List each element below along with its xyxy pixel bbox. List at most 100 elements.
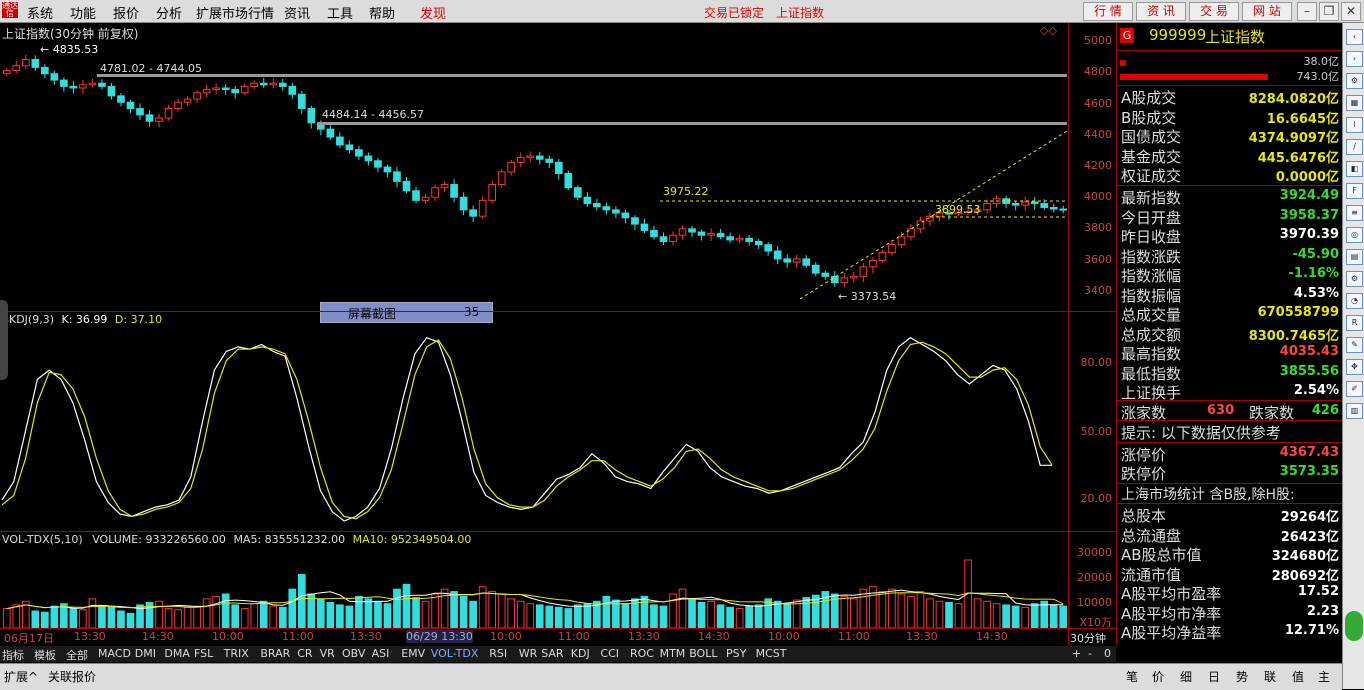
main-button[interactable]: 主	[1318, 668, 1330, 685]
indicator-tab[interactable]: DMI	[135, 647, 156, 660]
arrow-left-icon[interactable]: ‹	[1346, 29, 1363, 45]
volume-bar	[583, 603, 592, 629]
volume-value: VOLUME: 933226560.00	[92, 533, 226, 546]
zoom-in-button[interactable]: +	[1072, 647, 1081, 660]
indicator-tab[interactable]: 指标	[2, 647, 24, 663]
menu-analysis[interactable]: 分析	[156, 3, 182, 22]
menu-news[interactable]: 资讯	[284, 3, 310, 22]
menu-system[interactable]: 系统	[27, 3, 53, 22]
indicator-tab[interactable]: 全部	[66, 647, 88, 663]
indicator-tab[interactable]: FSL	[194, 647, 213, 660]
market-button[interactable]: 行 情	[1083, 2, 1133, 21]
main-chart-title: 上证指数(30分钟 前复权)	[2, 27, 139, 41]
trend-button[interactable]: 势	[1236, 668, 1248, 685]
indicator-tab[interactable]: SAR	[541, 647, 563, 660]
indicator-tab[interactable]: MACD	[98, 647, 131, 660]
indicator-tab[interactable]: CCI	[600, 647, 619, 660]
candle-body	[516, 157, 525, 163]
ticks-button[interactable]: 笔	[1126, 668, 1138, 685]
reset-button[interactable]: 0	[1104, 647, 1111, 660]
rsi-icon[interactable]: R	[1346, 315, 1363, 331]
candle-body	[754, 241, 763, 246]
indicator-tab[interactable]: BOLL	[689, 647, 717, 660]
info-label: 权证成交	[1121, 167, 1182, 185]
indicator-tab[interactable]: MTM	[660, 647, 686, 660]
expand-button[interactable]: 扩展^	[4, 668, 38, 685]
indicator-tab[interactable]: 模板	[34, 647, 56, 663]
value-button[interactable]: 值	[1292, 668, 1304, 685]
minimize-icon[interactable]: –	[1297, 2, 1317, 21]
bar-top-value: 38.0亿	[1303, 55, 1340, 68]
price-button[interactable]: 价	[1152, 668, 1164, 685]
pen-icon[interactable]: ✎	[1346, 337, 1363, 353]
zoom-out-button[interactable]: -	[1088, 647, 1092, 660]
candle-body	[431, 187, 439, 198]
indicator-tab[interactable]: OBV	[342, 647, 365, 660]
detail-button[interactable]: 细	[1180, 668, 1192, 685]
candle-body	[840, 277, 849, 284]
list-icon[interactable]: ≡	[1346, 205, 1363, 221]
chart-area[interactable]: ← 4835.534781.02 - 4744.05 4484.14 - 4456…	[0, 23, 1068, 645]
screenshot-overlay[interactable]: 屏幕截图 35	[320, 302, 493, 323]
chart-options-icon[interactable]: ◇◇	[1040, 24, 1057, 37]
info-label: 指数涨幅	[1121, 267, 1182, 285]
related-quote-button[interactable]: 关联报价	[48, 668, 96, 685]
candle-body	[621, 212, 630, 219]
indicator-tab[interactable]: CR	[297, 647, 312, 660]
indicator-tab[interactable]: PSY	[726, 647, 746, 660]
restore-icon[interactable]: ❐	[1319, 2, 1339, 21]
indicator-tab[interactable]: BRAR	[260, 647, 290, 660]
candle-body	[326, 128, 335, 138]
close-icon[interactable]: ✕	[1341, 2, 1361, 21]
chart-icon[interactable]: ⌇	[1346, 117, 1363, 133]
menu-discover[interactable]: 发现	[420, 3, 446, 22]
period-label[interactable]: 30分钟	[1070, 630, 1106, 646]
news-button[interactable]: 资 讯	[1136, 2, 1186, 21]
indicator-tab[interactable]: ROC	[630, 647, 654, 660]
menu-function[interactable]: 功能	[70, 3, 96, 22]
settings-icon[interactable]: ⚙	[1346, 73, 1363, 89]
indicator-tab[interactable]: MCST	[756, 647, 787, 660]
menu-tools[interactable]: 工具	[327, 3, 353, 22]
candle-body	[107, 85, 116, 97]
buy-bar	[1120, 60, 1126, 66]
link-button[interactable]: 联	[1264, 668, 1276, 685]
f10-icon[interactable]: F	[1346, 183, 1363, 199]
indicator-tab[interactable]: TRIX	[224, 647, 249, 660]
indicator-tab[interactable]: VR	[320, 647, 335, 660]
trade-button[interactable]: 交 易	[1189, 2, 1239, 21]
panel-collapse-handle[interactable]	[0, 300, 8, 380]
pie-icon[interactable]: ◔	[1346, 293, 1363, 309]
daily-button[interactable]: 日	[1208, 668, 1220, 685]
candle-body	[2, 70, 11, 75]
volume-bar	[754, 604, 763, 629]
volume-tick: 10000	[1077, 596, 1112, 609]
table-icon[interactable]: ▥	[1346, 403, 1363, 419]
indicator-tab[interactable]: ASI	[372, 647, 390, 660]
line-icon[interactable]: ∕	[1346, 139, 1363, 155]
cube-icon[interactable]: ◧	[1346, 161, 1363, 177]
grid-icon[interactable]: ▦	[1346, 95, 1363, 111]
connection-status-icon[interactable]	[1345, 611, 1363, 641]
candle-body	[535, 155, 544, 160]
edit-icon[interactable]: ✐	[1346, 381, 1363, 397]
book-icon[interactable]: ▤	[1346, 249, 1363, 265]
indicator-tab[interactable]: DMA	[164, 647, 190, 660]
menu-help[interactable]: 帮助	[369, 3, 395, 22]
globe-icon[interactable]: ◎	[1346, 227, 1363, 243]
volume-bar	[1002, 604, 1010, 629]
move-icon[interactable]: ✥	[1346, 359, 1363, 375]
indicator-tab[interactable]: WR	[519, 647, 538, 660]
arrow-right-icon[interactable]: ›	[1346, 51, 1363, 67]
volume-bar	[1059, 605, 1068, 629]
info-label: 流通市值	[1121, 565, 1182, 584]
indicator-tab[interactable]: KDJ	[571, 647, 590, 660]
indicator-tab[interactable]: EMV	[401, 647, 425, 660]
gear-icon[interactable]: ⚙	[1346, 271, 1363, 287]
indicator-tab[interactable]: RSI	[489, 647, 507, 660]
indicator-tab[interactable]: VOL-TDX	[431, 647, 479, 660]
volume-bar	[926, 598, 934, 629]
menu-quote[interactable]: 报价	[113, 3, 139, 22]
website-button[interactable]: 网 站	[1242, 2, 1292, 21]
menu-extended-market[interactable]: 扩展市场行情	[196, 3, 274, 22]
